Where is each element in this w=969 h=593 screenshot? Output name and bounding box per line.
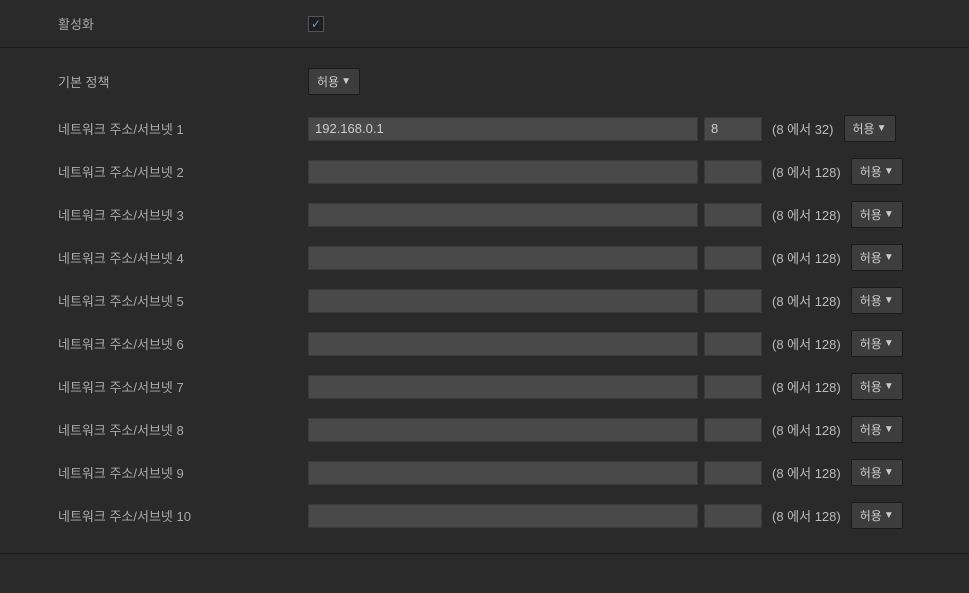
- default-policy-row: 기본 정책 허용 ▼: [0, 48, 969, 107]
- subnet-ip-input[interactable]: [308, 289, 698, 313]
- chevron-down-icon: ▼: [884, 166, 894, 177]
- chevron-down-icon: ▼: [884, 381, 894, 392]
- subnet-mask-input[interactable]: [704, 160, 762, 184]
- subnet-rule-row: 네트워크 주소/서브넷 7 (8 에서 128) 허용▼: [0, 365, 969, 408]
- subnet-range-text: (8 에서 128): [772, 248, 841, 267]
- subnet-rule-row: 네트워크 주소/서브넷 9 (8 에서 128) 허용▼: [0, 451, 969, 494]
- enable-row: 활성화 ✓: [0, 0, 969, 47]
- subnet-rule-fields: (8 에서 128) 허용▼: [308, 244, 903, 271]
- subnet-rule-label: 네트워크 주소/서브넷 2: [58, 162, 308, 181]
- subnet-mask-input[interactable]: [704, 246, 762, 270]
- subnet-action-select[interactable]: 허용▼: [851, 287, 903, 314]
- subnet-rule-fields: (8 에서 128) 허용▼: [308, 287, 903, 314]
- subnet-range-text: (8 에서 128): [772, 506, 841, 525]
- subnet-rule-fields: (8 에서 128) 허용▼: [308, 201, 903, 228]
- chevron-down-icon: ▼: [884, 252, 894, 263]
- subnet-ip-input[interactable]: [308, 461, 698, 485]
- subnet-action-select[interactable]: 허용▼: [851, 459, 903, 486]
- subnet-range-text: (8 에서 32): [772, 119, 834, 138]
- chevron-down-icon: ▼: [884, 510, 894, 521]
- subnet-ip-input[interactable]: [308, 160, 698, 184]
- subnet-rule-label: 네트워크 주소/서브넷 5: [58, 291, 308, 310]
- subnet-action-select[interactable]: 허용▼: [851, 416, 903, 443]
- subnet-range-text: (8 에서 128): [772, 205, 841, 224]
- subnet-ip-input[interactable]: [308, 504, 698, 528]
- subnet-ip-input[interactable]: [308, 203, 698, 227]
- chevron-down-icon: ▼: [877, 123, 887, 134]
- subnet-ip-input[interactable]: [308, 332, 698, 356]
- subnet-action-value: 허용: [860, 335, 882, 352]
- check-icon: ✓: [311, 17, 321, 31]
- subnet-ip-input[interactable]: [308, 117, 698, 141]
- subnet-ip-input[interactable]: [308, 418, 698, 442]
- subnet-rule-row: 네트워크 주소/서브넷 8 (8 에서 128) 허용▼: [0, 408, 969, 451]
- subnet-action-select[interactable]: 허용▼: [851, 201, 903, 228]
- subnet-mask-input[interactable]: [704, 117, 762, 141]
- subnet-range-text: (8 에서 128): [772, 162, 841, 181]
- subnet-rule-row: 네트워크 주소/서브넷 6 (8 에서 128) 허용▼: [0, 322, 969, 365]
- subnet-rule-label: 네트워크 주소/서브넷 6: [58, 334, 308, 353]
- subnet-range-text: (8 에서 128): [772, 291, 841, 310]
- default-policy-select[interactable]: 허용 ▼: [308, 68, 360, 95]
- subnet-mask-input[interactable]: [704, 203, 762, 227]
- subnet-mask-input[interactable]: [704, 418, 762, 442]
- subnet-action-select[interactable]: 허용▼: [851, 244, 903, 271]
- enable-label: 활성화: [58, 14, 308, 33]
- subnet-rule-fields: (8 에서 128) 허용▼: [308, 416, 903, 443]
- subnet-rule-label: 네트워크 주소/서브넷 1: [58, 119, 308, 138]
- subnet-action-select[interactable]: 허용▼: [851, 330, 903, 357]
- subnet-action-value: 허용: [853, 120, 875, 137]
- subnet-rule-row: 네트워크 주소/서브넷 10 (8 에서 128) 허용▼: [0, 494, 969, 537]
- subnet-ip-input[interactable]: [308, 246, 698, 270]
- subnet-action-value: 허용: [860, 249, 882, 266]
- subnet-rule-label: 네트워크 주소/서브넷 10: [58, 506, 308, 525]
- subnet-rule-row: 네트워크 주소/서브넷 1 (8 에서 32) 허용▼: [0, 107, 969, 150]
- subnet-range-text: (8 에서 128): [772, 377, 841, 396]
- subnet-rule-row: 네트워크 주소/서브넷 5 (8 에서 128) 허용▼: [0, 279, 969, 322]
- subnet-action-value: 허용: [860, 163, 882, 180]
- subnet-action-value: 허용: [860, 507, 882, 524]
- chevron-down-icon: ▼: [341, 76, 351, 87]
- subnet-action-value: 허용: [860, 464, 882, 481]
- subnet-action-select[interactable]: 허용▼: [851, 158, 903, 185]
- subnet-action-select[interactable]: 허용▼: [851, 373, 903, 400]
- subnet-range-text: (8 에서 128): [772, 463, 841, 482]
- subnet-ip-input[interactable]: [308, 375, 698, 399]
- subnet-rule-fields: (8 에서 128) 허용▼: [308, 330, 903, 357]
- subnet-mask-input[interactable]: [704, 504, 762, 528]
- chevron-down-icon: ▼: [884, 295, 894, 306]
- subnet-rule-row: 네트워크 주소/서브넷 4 (8 에서 128) 허용▼: [0, 236, 969, 279]
- default-policy-value: 허용: [317, 73, 339, 90]
- subnet-action-value: 허용: [860, 292, 882, 309]
- default-policy-label: 기본 정책: [58, 72, 308, 91]
- subnet-mask-input[interactable]: [704, 375, 762, 399]
- enable-checkbox[interactable]: ✓: [308, 16, 324, 32]
- subnet-rule-fields: (8 에서 128) 허용▼: [308, 158, 903, 185]
- subnet-rule-label: 네트워크 주소/서브넷 8: [58, 420, 308, 439]
- chevron-down-icon: ▼: [884, 424, 894, 435]
- subnet-rule-label: 네트워크 주소/서브넷 4: [58, 248, 308, 267]
- subnet-rule-label: 네트워크 주소/서브넷 3: [58, 205, 308, 224]
- chevron-down-icon: ▼: [884, 467, 894, 478]
- subnet-rule-fields: (8 에서 128) 허용▼: [308, 373, 903, 400]
- subnet-rule-fields: (8 에서 128) 허용▼: [308, 459, 903, 486]
- subnet-action-value: 허용: [860, 378, 882, 395]
- subnet-rule-fields: (8 에서 32) 허용▼: [308, 115, 896, 142]
- subnet-rule-row: 네트워크 주소/서브넷 2 (8 에서 128) 허용▼: [0, 150, 969, 193]
- subnet-rule-row: 네트워크 주소/서브넷 3 (8 에서 128) 허용▼: [0, 193, 969, 236]
- subnet-action-select[interactable]: 허용▼: [851, 502, 903, 529]
- subnet-range-text: (8 에서 128): [772, 334, 841, 353]
- subnet-mask-input[interactable]: [704, 332, 762, 356]
- subnet-rule-fields: (8 에서 128) 허용▼: [308, 502, 903, 529]
- subnet-rule-label: 네트워크 주소/서브넷 7: [58, 377, 308, 396]
- chevron-down-icon: ▼: [884, 338, 894, 349]
- subnet-rule-label: 네트워크 주소/서브넷 9: [58, 463, 308, 482]
- subnet-action-select[interactable]: 허용▼: [844, 115, 896, 142]
- subnet-mask-input[interactable]: [704, 289, 762, 313]
- subnet-mask-input[interactable]: [704, 461, 762, 485]
- subnet-range-text: (8 에서 128): [772, 420, 841, 439]
- subnet-action-value: 허용: [860, 206, 882, 223]
- subnet-action-value: 허용: [860, 421, 882, 438]
- chevron-down-icon: ▼: [884, 209, 894, 220]
